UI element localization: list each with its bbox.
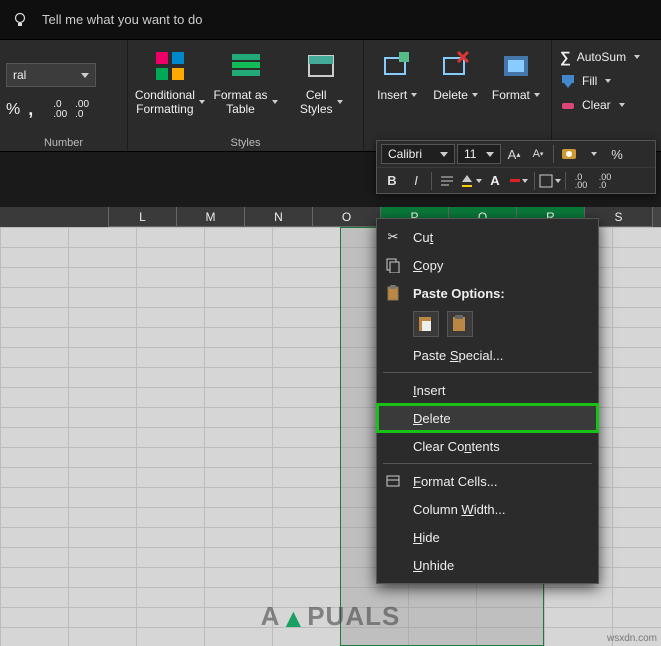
chevron-down-icon[interactable] <box>522 179 528 183</box>
ctx-delete[interactable]: Delete <box>377 404 598 432</box>
delete-button[interactable]: Delete <box>428 48 482 102</box>
sigma-icon: ∑ <box>560 49 571 66</box>
chevron-down-icon <box>619 103 625 107</box>
ctx-unhide[interactable]: Unhide <box>377 551 598 579</box>
column-header-L[interactable]: L <box>109 207 177 227</box>
group-label-styles: Styles <box>134 135 357 151</box>
number-format-select[interactable]: ral <box>6 63 96 87</box>
ctx-insert[interactable]: Insert <box>377 376 598 404</box>
fill-down-icon <box>560 73 576 89</box>
mini-toolbar: Calibri 11 A▴ A▾ % B I A .0.00 .00.0 <box>376 140 656 194</box>
increase-decimal-button[interactable]: .0.00 <box>570 170 592 192</box>
delete-cells-icon <box>438 48 474 84</box>
chevron-down-icon <box>605 79 611 83</box>
insert-button[interactable]: Insert <box>370 48 424 102</box>
context-menu: ✂ Cut Copy Paste Options: Paste Special.… <box>376 218 599 584</box>
watermark: A▲PUALS <box>261 601 401 632</box>
paste-option-default[interactable] <box>413 311 439 337</box>
credit-text: wsxdn.com <box>607 633 657 644</box>
separator <box>383 463 592 464</box>
lightbulb-icon <box>12 12 28 28</box>
cell-styles-button[interactable]: Cell Styles <box>285 48 357 116</box>
comma-button[interactable]: , <box>28 99 33 120</box>
align-button[interactable] <box>436 170 458 192</box>
group-label-number: Number <box>6 135 121 151</box>
group-cells: Insert Delete Format <box>364 40 552 151</box>
decrease-decimal-button[interactable]: .00.0 <box>594 170 616 192</box>
italic-button[interactable]: I <box>405 170 427 192</box>
percent-button[interactable]: % <box>606 143 628 165</box>
increase-decimal-button[interactable]: .0.00 <box>53 100 67 120</box>
chevron-down-icon <box>440 152 448 157</box>
font-color-button[interactable]: A <box>484 170 506 192</box>
ctx-clear-contents[interactable]: Clear Contents <box>377 432 598 460</box>
chevron-down-icon <box>81 73 89 78</box>
ctx-column-width[interactable]: Column Width... <box>377 495 598 523</box>
clear-button[interactable]: Clear <box>556 94 644 116</box>
chevron-down-icon <box>476 179 482 183</box>
separator <box>383 372 592 373</box>
fill-button[interactable]: Fill <box>556 70 644 92</box>
chevron-down-icon <box>534 93 540 97</box>
format-button[interactable]: Format <box>487 48 545 102</box>
conditional-formatting-icon <box>152 48 188 84</box>
paste-options-row <box>377 307 598 341</box>
chevron-down-icon <box>272 100 278 104</box>
format-as-table-icon <box>228 48 264 84</box>
scissors-icon: ✂ <box>383 227 403 247</box>
conditional-formatting-button[interactable]: Conditional Formatting <box>134 48 206 116</box>
shrink-font-button[interactable]: A▾ <box>527 143 549 165</box>
ribbon: ral % , .0.00 .00 .0 Number Conditional … <box>0 40 661 152</box>
borders-button[interactable] <box>539 170 561 192</box>
bold-button[interactable]: B <box>381 170 403 192</box>
ctx-copy[interactable]: Copy <box>377 251 598 279</box>
copy-icon <box>383 255 403 275</box>
ctx-cut[interactable]: ✂ Cut <box>377 223 598 251</box>
ctx-format-cells[interactable]: Format Cells... <box>377 467 598 495</box>
font-size-select[interactable]: 11 <box>457 144 501 164</box>
clipboard-icon <box>383 283 403 303</box>
tell-me-bar[interactable]: Tell me what you want to do <box>0 0 661 40</box>
tell-me-placeholder: Tell me what you want to do <box>42 12 202 27</box>
chevron-down-icon <box>472 93 478 97</box>
percent-button[interactable]: % <box>6 101 20 119</box>
autosum-button[interactable]: ∑ AutoSum <box>556 46 644 68</box>
chevron-down-icon <box>555 179 561 183</box>
chevron-down-icon <box>634 55 640 59</box>
group-number: ral % , .0.00 .00 .0 Number <box>0 40 128 151</box>
column-header-M[interactable]: M <box>177 207 245 227</box>
column-header-O[interactable]: O <box>313 207 381 227</box>
column-header-N[interactable]: N <box>245 207 313 227</box>
cell-styles-icon <box>303 48 339 84</box>
chevron-down-icon <box>486 152 494 157</box>
chevron-down-icon <box>199 100 205 104</box>
font-select[interactable]: Calibri <box>381 144 455 164</box>
eraser-icon <box>560 97 576 113</box>
format-cells-icon <box>383 471 403 491</box>
chevron-down-icon <box>411 93 417 97</box>
group-styles: Conditional Formatting Format as Table C… <box>128 40 364 151</box>
chevron-down-icon[interactable] <box>582 143 604 165</box>
chevron-down-icon <box>337 100 343 104</box>
insert-cells-icon <box>379 48 415 84</box>
grow-font-button[interactable]: A▴ <box>503 143 525 165</box>
format-cells-icon <box>498 48 534 84</box>
ctx-paste-options-label: Paste Options: <box>377 279 598 307</box>
ctx-hide[interactable]: Hide <box>377 523 598 551</box>
format-as-table-button[interactable]: Format as Table <box>210 48 282 116</box>
paste-option-values[interactable] <box>447 311 473 337</box>
decrease-decimal-button[interactable]: .00 .0 <box>75 100 89 120</box>
group-editing: ∑ AutoSum Fill Clear <box>552 40 648 151</box>
font-color-bar <box>510 179 520 182</box>
fill-color-button[interactable] <box>460 170 482 192</box>
accounting-format-button[interactable] <box>558 143 580 165</box>
ctx-paste-special[interactable]: Paste Special... <box>377 341 598 369</box>
